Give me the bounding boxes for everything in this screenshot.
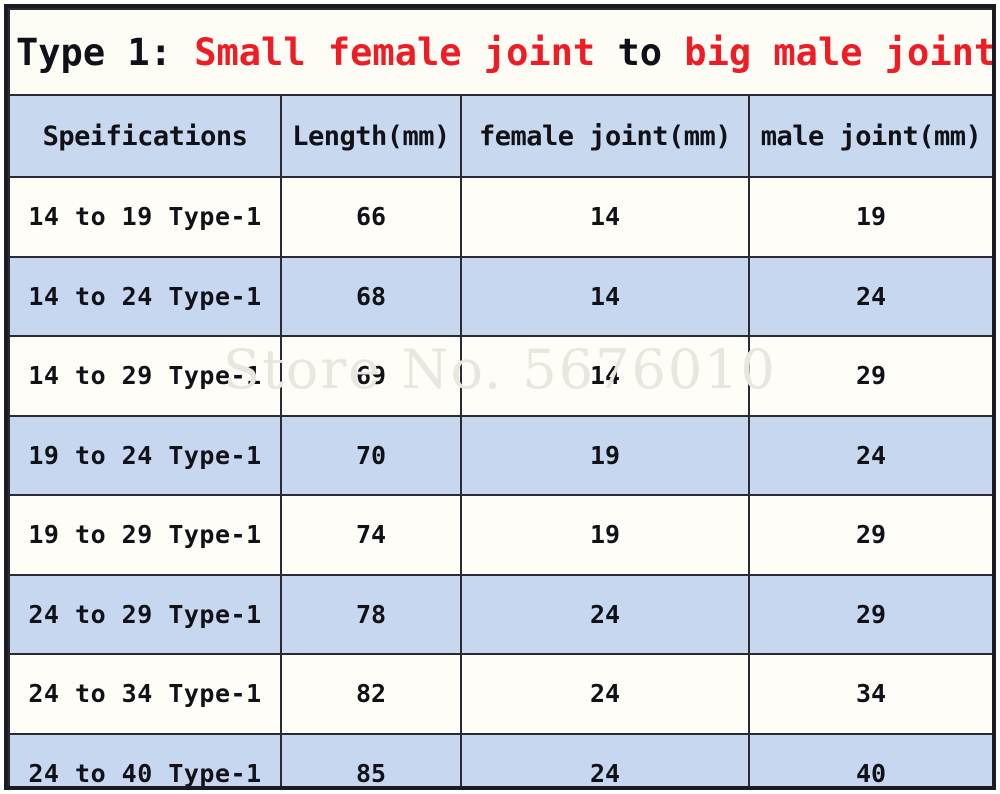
table-row: 19 to 29 Type-1 74 19 29 <box>8 494 992 576</box>
cell-female-joint: 24 <box>460 653 750 735</box>
cell-female-joint: 14 <box>460 176 750 258</box>
table-header-row: Speifications Length(mm) female joint(mm… <box>8 94 992 178</box>
table-row: 24 to 34 Type-1 82 24 34 <box>8 653 992 735</box>
column-header-female-joint: female joint(mm) <box>460 94 750 178</box>
cell-length: 68 <box>280 255 462 337</box>
table-row: 14 to 24 Type-1 68 14 24 <box>8 255 992 337</box>
specification-table: Type 1: Small female joint to big male j… <box>8 8 994 786</box>
cell-specification: 14 to 19 Type-1 <box>8 176 282 258</box>
cell-length: 69 <box>280 335 462 417</box>
cell-specification: 24 to 34 Type-1 <box>8 653 282 735</box>
cell-female-joint: 19 <box>460 494 750 576</box>
cell-specification: 14 to 24 Type-1 <box>8 255 282 337</box>
cell-male-joint: 29 <box>747 494 992 576</box>
cell-length: 70 <box>280 414 462 496</box>
cell-male-joint: 24 <box>747 414 992 496</box>
cell-female-joint: 14 <box>460 335 750 417</box>
cell-length: 78 <box>280 573 462 655</box>
title-highlight-male: big male joint <box>684 30 994 74</box>
cell-male-joint: 19 <box>747 176 992 258</box>
table-row: 24 to 40 Type-1 85 24 40 <box>8 732 992 786</box>
cell-specification: 24 to 40 Type-1 <box>8 732 282 786</box>
cell-female-joint: 24 <box>460 573 750 655</box>
cell-male-joint: 34 <box>747 653 992 735</box>
specification-table-frame: Store No. 5676010 Type 1: Small female j… <box>4 4 996 790</box>
table-row: 24 to 29 Type-1 78 24 29 <box>8 573 992 655</box>
table-row: 19 to 24 Type-1 70 19 24 <box>8 414 992 496</box>
cell-female-joint: 19 <box>460 414 750 496</box>
title-highlight-female: Small female joint <box>194 30 596 74</box>
cell-specification: 24 to 29 Type-1 <box>8 573 282 655</box>
table-title: Type 1: Small female joint to big male j… <box>8 8 994 96</box>
cell-male-joint: 29 <box>747 335 992 417</box>
cell-male-joint: 29 <box>747 573 992 655</box>
cell-specification: 14 to 29 Type-1 <box>8 335 282 417</box>
cell-specification: 19 to 29 Type-1 <box>8 494 282 576</box>
cell-length: 74 <box>280 494 462 576</box>
cell-female-joint: 14 <box>460 255 750 337</box>
cell-length: 82 <box>280 653 462 735</box>
table-row: 14 to 29 Type-1 69 14 29 <box>8 335 992 417</box>
cell-male-joint: 24 <box>747 255 992 337</box>
cell-male-joint: 40 <box>747 732 992 786</box>
cell-length: 85 <box>280 732 462 786</box>
table-title-row: Type 1: Small female joint to big male j… <box>8 8 994 96</box>
table-row: 14 to 19 Type-1 66 14 19 <box>8 176 992 258</box>
cell-female-joint: 24 <box>460 732 750 786</box>
title-connector: to <box>595 30 685 74</box>
column-header-specifications: Speifications <box>8 94 282 178</box>
title-prefix: Type 1: <box>16 30 195 74</box>
cell-specification: 19 to 24 Type-1 <box>8 414 282 496</box>
column-header-male-joint: male joint(mm) <box>747 94 992 178</box>
cell-length: 66 <box>280 176 462 258</box>
column-header-length: Length(mm) <box>280 94 462 178</box>
